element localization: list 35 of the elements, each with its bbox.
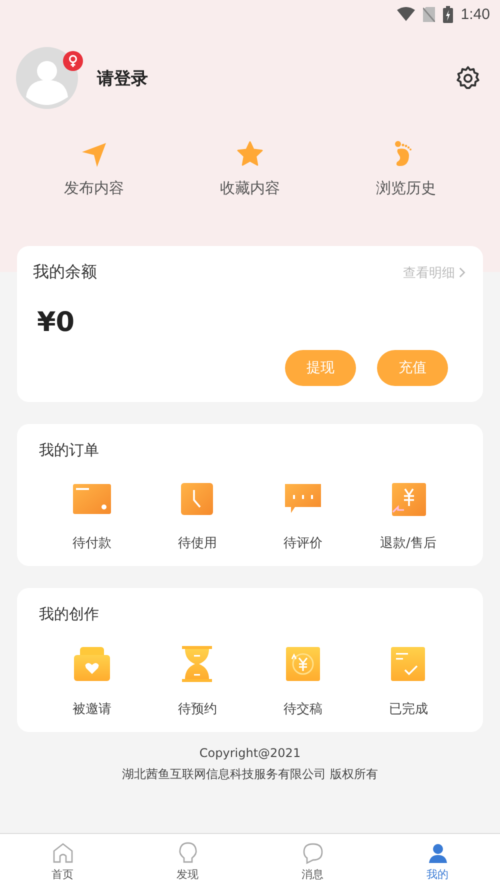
creation-status-label[interactable]: 待预约 — [178, 700, 217, 718]
login-prompt[interactable]: 请登录 — [97, 66, 148, 90]
paper-plane-icon[interactable] — [81, 141, 107, 167]
tab[interactable]: 我的 — [375, 834, 500, 888]
heart-tray-icon[interactable] — [72, 646, 112, 682]
star-icon[interactable] — [237, 141, 263, 167]
creation-title: 我的创作 — [39, 605, 100, 624]
order-status-label[interactable]: 待付款 — [72, 534, 112, 552]
shortcut-label[interactable]: 收藏内容 — [220, 179, 280, 198]
status-time: 1:40 — [460, 6, 490, 22]
tab[interactable]: 首页 — [0, 834, 125, 888]
orders-title: 我的订单 — [39, 441, 100, 460]
tab[interactable]: 发现 — [125, 834, 250, 888]
home-icon — [50, 840, 74, 864]
tab[interactable]: 消息 — [250, 834, 375, 888]
wallet-icon[interactable] — [72, 482, 112, 516]
settings-icon[interactable] — [455, 65, 481, 91]
creation-status-label[interactable]: 已完成 — [388, 700, 428, 718]
order-status-label[interactable]: 退款/售后 — [380, 534, 436, 552]
copyright-text: 湖北茜鱼互联网信息科技服务有限公司 版权所有 — [122, 766, 378, 783]
no-sim-icon — [422, 6, 435, 22]
order-status-label[interactable]: 待评价 — [283, 534, 322, 552]
creation-status-label[interactable]: 被邀请 — [72, 700, 112, 718]
chat-icon — [300, 840, 324, 864]
battery-icon — [442, 6, 453, 22]
balance-amount: ¥0 — [37, 307, 76, 338]
shortcut-label[interactable]: 发布内容 — [64, 179, 124, 198]
avatar[interactable] — [16, 47, 78, 109]
chevron-right-icon — [459, 267, 466, 278]
copyright-text: Copyright@2021 — [199, 746, 301, 760]
wifi-icon — [396, 7, 415, 21]
shortcut-label[interactable]: 浏览历史 — [376, 179, 436, 198]
creation-status-label[interactable]: 待交稿 — [283, 700, 322, 718]
balance-title: 我的余额 — [33, 262, 97, 283]
order-status-label[interactable]: 待使用 — [178, 534, 217, 552]
